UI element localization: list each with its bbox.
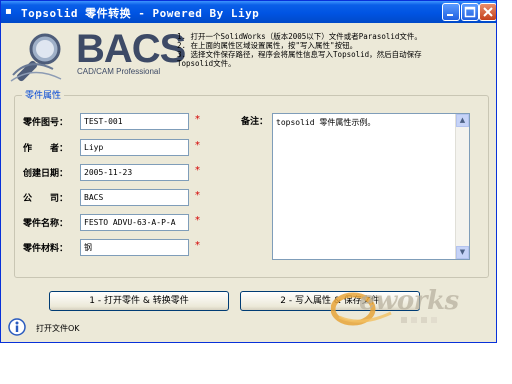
create-date-field[interactable]: 2005-11-23 [80,164,189,181]
instruction-line: 1. 打开一个SolidWorks（版本2005以下）文件或者Parasolid… [177,32,422,41]
app-icon: ▪ [5,6,12,17]
part-number-label: 零件图号： [23,118,69,128]
title-bar[interactable]: ▪ Topsolid 零件转换 - Powered By Liyp [1,1,496,23]
remark-textarea[interactable]: topsolid 零件属性示例。 ▲ ▼ [272,113,470,260]
author-label: 作 者： [23,144,69,154]
required-mark: * [195,140,200,151]
minimize-icon [447,14,453,16]
remark-label: 备注： [241,117,269,127]
group-legend: 零件属性 [22,88,65,101]
part-material-label: 零件材料： [23,244,69,254]
info-icon [8,318,26,336]
required-mark: * [195,215,200,226]
minimize-button[interactable] [442,3,460,21]
status-text: 打开文件OK [36,324,80,333]
part-number-field[interactable]: TEST-001 [80,113,189,130]
maximize-button[interactable] [461,3,479,21]
remark-text: topsolid 零件属性示例。 [276,118,376,127]
eworks-watermark: eworks [331,283,471,329]
instructions: 1. 打开一个SolidWorks（版本2005以下）文件或者Parasolid… [177,32,495,68]
app-window: ▪ Topsolid 零件转换 - Powered By Liyp BACS C… [0,0,497,343]
bacs-logo: BACS CAD/CAM Professional [9,27,186,85]
required-mark: * [195,165,200,176]
required-mark: * [195,114,200,125]
part-material-field[interactable]: 钢 [80,239,189,256]
maximize-icon [464,6,476,18]
scroll-up-arrow-icon[interactable]: ▲ [456,114,469,127]
close-button[interactable] [479,3,496,21]
magnifier-logo-icon [10,33,62,82]
instruction-line: 3. 选择文件保存路径，程序会将属性信息写入Topsolid，然后自动保存 [177,50,422,59]
open-convert-button[interactable]: 1 - 打开零件 & 转换零件 [49,291,229,311]
part-name-field[interactable]: FESTO ADVU-63-A-P-A [80,214,189,231]
instruction-line: 2. 在上面的属性区域设置属性，按"写入属性"按钮。 [177,41,358,50]
window-title: Topsolid 零件转换 - Powered By Liyp [21,7,260,20]
instruction-line: Topsolid文件。 [177,59,236,68]
company-label: 公 司： [23,194,69,204]
watermark-text: eworks [359,286,459,316]
scroll-down-arrow-icon[interactable]: ▼ [456,246,469,259]
author-field[interactable]: Liyp [80,139,189,156]
required-mark: * [195,190,200,201]
logo-brand: BACS [76,27,186,71]
create-date-label: 创建日期： [23,169,69,179]
remark-scrollbar[interactable]: ▲ ▼ [455,114,469,259]
logo-tagline: CAD/CAM Professional [77,67,161,76]
part-name-label: 零件名称： [23,219,69,229]
close-icon [483,7,493,17]
required-mark: * [195,240,200,251]
company-field[interactable]: BACS [80,189,189,206]
